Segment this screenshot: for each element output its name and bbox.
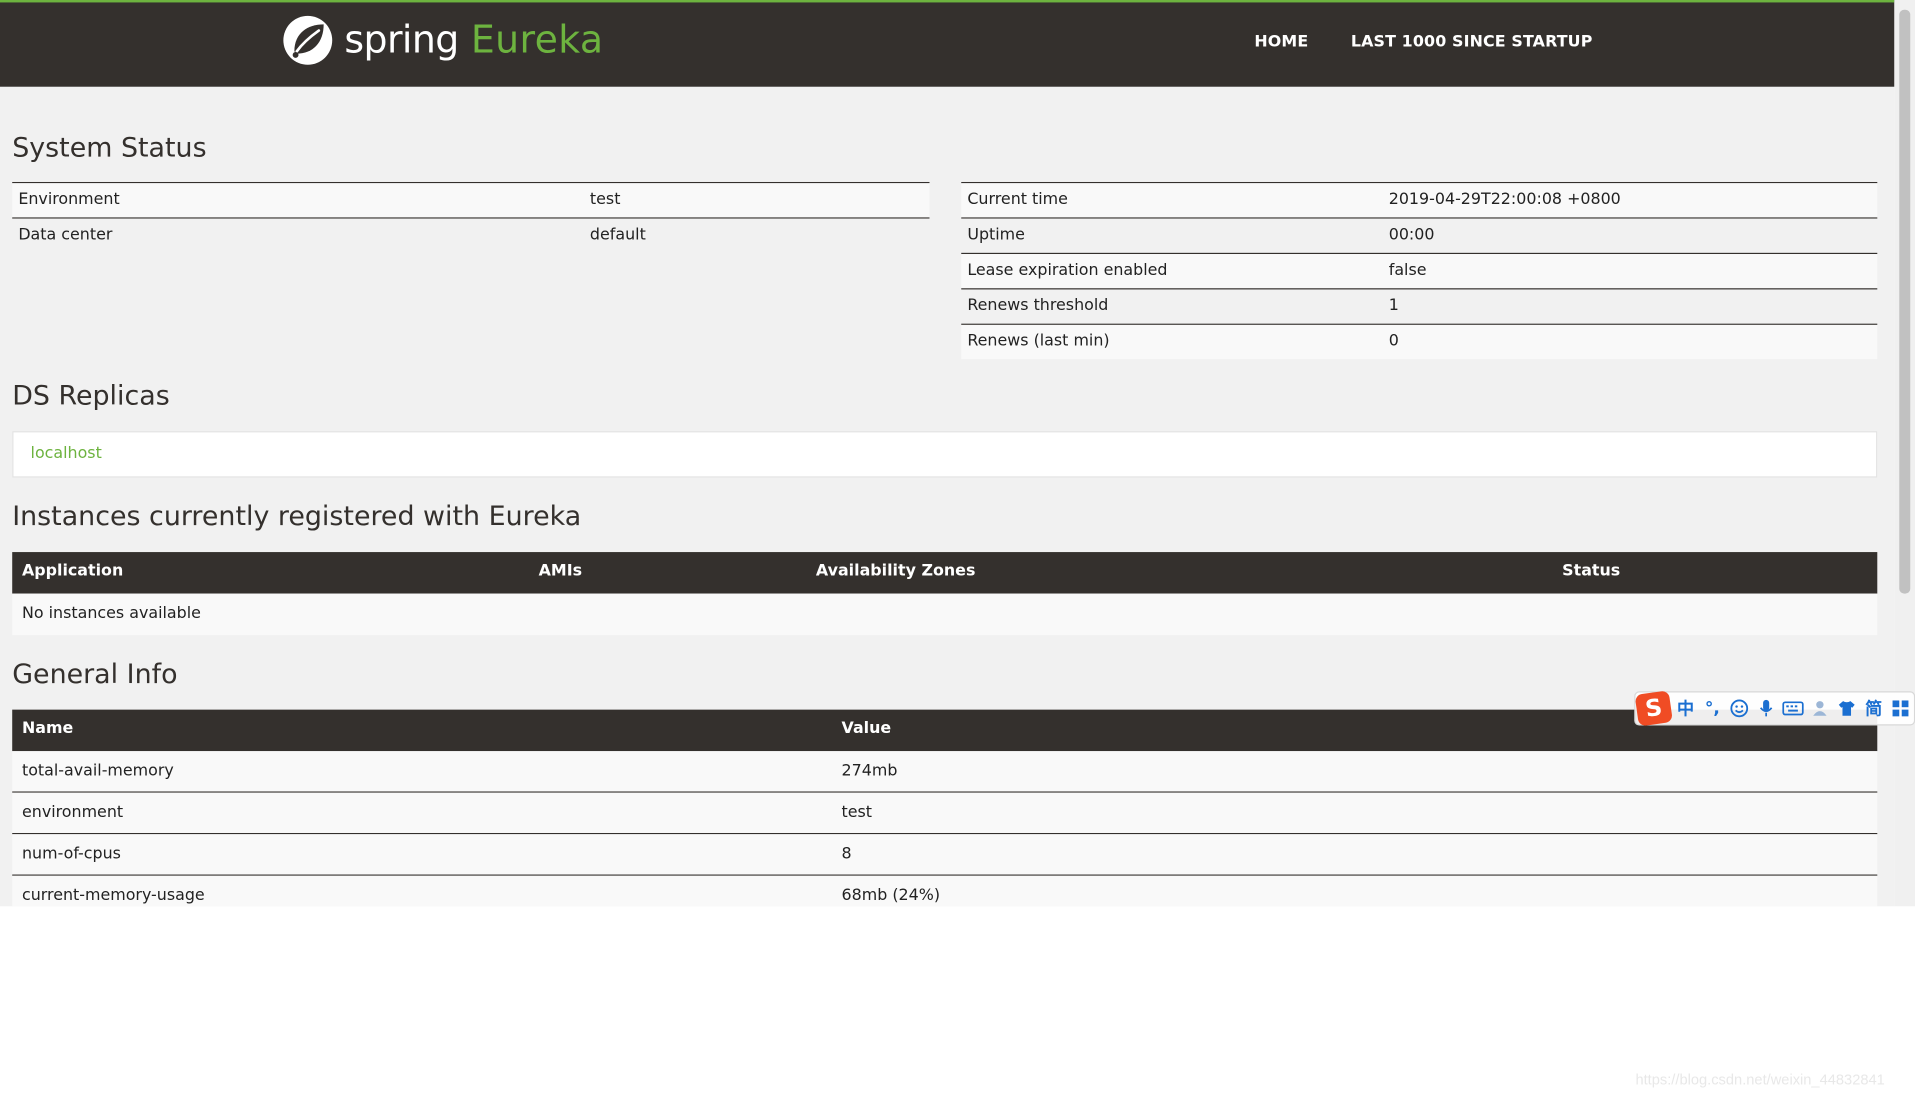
column-header-status: Status xyxy=(1562,561,1621,581)
info-name: current-memory-usage xyxy=(21,886,205,906)
keyboard-icon[interactable] xyxy=(1781,695,1805,722)
status-key: Environment xyxy=(18,190,120,209)
empty-message: No instances available xyxy=(21,604,201,623)
ds-replicas-title: DS Replicas xyxy=(12,381,170,412)
table-row: current-memory-usage 68mb (24%) xyxy=(12,875,1878,907)
status-value: 1 xyxy=(1388,296,1399,316)
table-row: Renews threshold 1 xyxy=(961,289,1878,325)
status-value: 0 xyxy=(1388,332,1399,351)
spring-leaf-icon xyxy=(283,15,333,65)
info-name: environment xyxy=(21,803,124,823)
navbar: spring Eureka HOME LAST 1000 SINCE START… xyxy=(0,0,1895,87)
status-key: Uptime xyxy=(967,225,1025,245)
status-value: default xyxy=(589,225,646,245)
column-header-value: Value xyxy=(841,719,892,738)
scrollbar-thumb[interactable] xyxy=(1899,9,1911,594)
browser-viewport: spring Eureka HOME LAST 1000 SINCE START… xyxy=(0,0,1895,907)
table-row: num-of-cpus 8 xyxy=(12,834,1878,876)
nav-home-link[interactable]: HOME xyxy=(1254,33,1308,51)
brand-eureka-text: Eureka xyxy=(470,18,604,63)
table-row: total-avail-memory 274mb xyxy=(12,751,1878,793)
brand-logo[interactable]: spring Eureka xyxy=(281,13,604,67)
nav-last1000-link[interactable]: LAST 1000 SINCE STARTUP xyxy=(1351,33,1593,51)
instances-title: Instances currently registered with Eure… xyxy=(12,501,582,533)
general-info-title: General Info xyxy=(12,659,178,691)
info-name: num-of-cpus xyxy=(21,845,121,864)
ime-punctuation-mode[interactable]: °, xyxy=(1700,695,1724,722)
table-row: Data center default xyxy=(12,218,930,253)
grid-icon[interactable] xyxy=(1888,695,1912,722)
ime-simplified-mode[interactable]: 简 xyxy=(1861,695,1885,722)
brand-spring-text: spring xyxy=(344,18,459,63)
ds-replicas-list: localhost xyxy=(12,431,1878,478)
vertical-scrollbar[interactable] xyxy=(1894,0,1915,907)
info-value: 8 xyxy=(841,845,852,864)
general-info-table-header: Name Value xyxy=(12,709,1878,752)
status-key: Renews (last min) xyxy=(967,332,1110,351)
watermark-text: https://blog.csdn.net/weixin_44832841 xyxy=(1635,1071,1885,1089)
status-value: false xyxy=(1388,261,1427,280)
status-value: 00:00 xyxy=(1388,225,1435,245)
instances-empty-row: No instances available xyxy=(12,593,1878,636)
status-key: Lease expiration enabled xyxy=(967,261,1168,280)
table-row: Environment test xyxy=(12,183,930,219)
table-row: environment test xyxy=(12,792,1878,835)
system-status-title: System Status xyxy=(12,133,207,164)
table-row: Current time 2019-04-29T22:00:08 +0800 xyxy=(961,183,1878,219)
user-icon[interactable] xyxy=(1808,695,1832,722)
column-header-availability-zones: Availability Zones xyxy=(815,561,976,581)
status-key: Renews threshold xyxy=(967,296,1109,316)
column-header-name: Name xyxy=(21,719,74,738)
info-value: test xyxy=(841,803,873,823)
microphone-icon[interactable] xyxy=(1754,695,1778,722)
system-status-right-table: Current time 2019-04-29T22:00:08 +0800 U… xyxy=(961,181,1878,360)
info-name: total-avail-memory xyxy=(21,762,174,781)
status-value: 2019-04-29T22:00:08 +0800 xyxy=(1388,190,1621,209)
ime-chinese-mode[interactable]: 中 xyxy=(1673,695,1697,722)
shirt-icon[interactable] xyxy=(1835,695,1859,722)
status-value: test xyxy=(589,190,621,209)
sogou-logo-icon[interactable]: S xyxy=(1634,690,1673,727)
column-header-amis: AMIs xyxy=(538,561,583,581)
status-key: Current time xyxy=(967,190,1068,209)
smiley-icon[interactable] xyxy=(1727,695,1751,722)
info-value: 68mb (24%) xyxy=(841,886,941,906)
page: spring Eureka HOME LAST 1000 SINCE START… xyxy=(0,0,1915,1107)
column-header-application: Application xyxy=(21,561,124,581)
instances-table-header: Application AMIs Availability Zones Stat… xyxy=(12,552,1878,594)
info-value: 274mb xyxy=(841,762,898,781)
ime-toolbar: S 中 °, 简 xyxy=(1634,690,1915,727)
system-status-left-table: Environment test Data center default xyxy=(12,181,930,253)
status-key: Data center xyxy=(18,225,113,245)
replica-link-localhost[interactable]: localhost xyxy=(31,445,102,463)
table-row: Renews (last min) 0 xyxy=(961,324,1878,360)
table-row: Uptime 00:00 xyxy=(961,218,1878,255)
table-row: Lease expiration enabled false xyxy=(961,254,1878,290)
